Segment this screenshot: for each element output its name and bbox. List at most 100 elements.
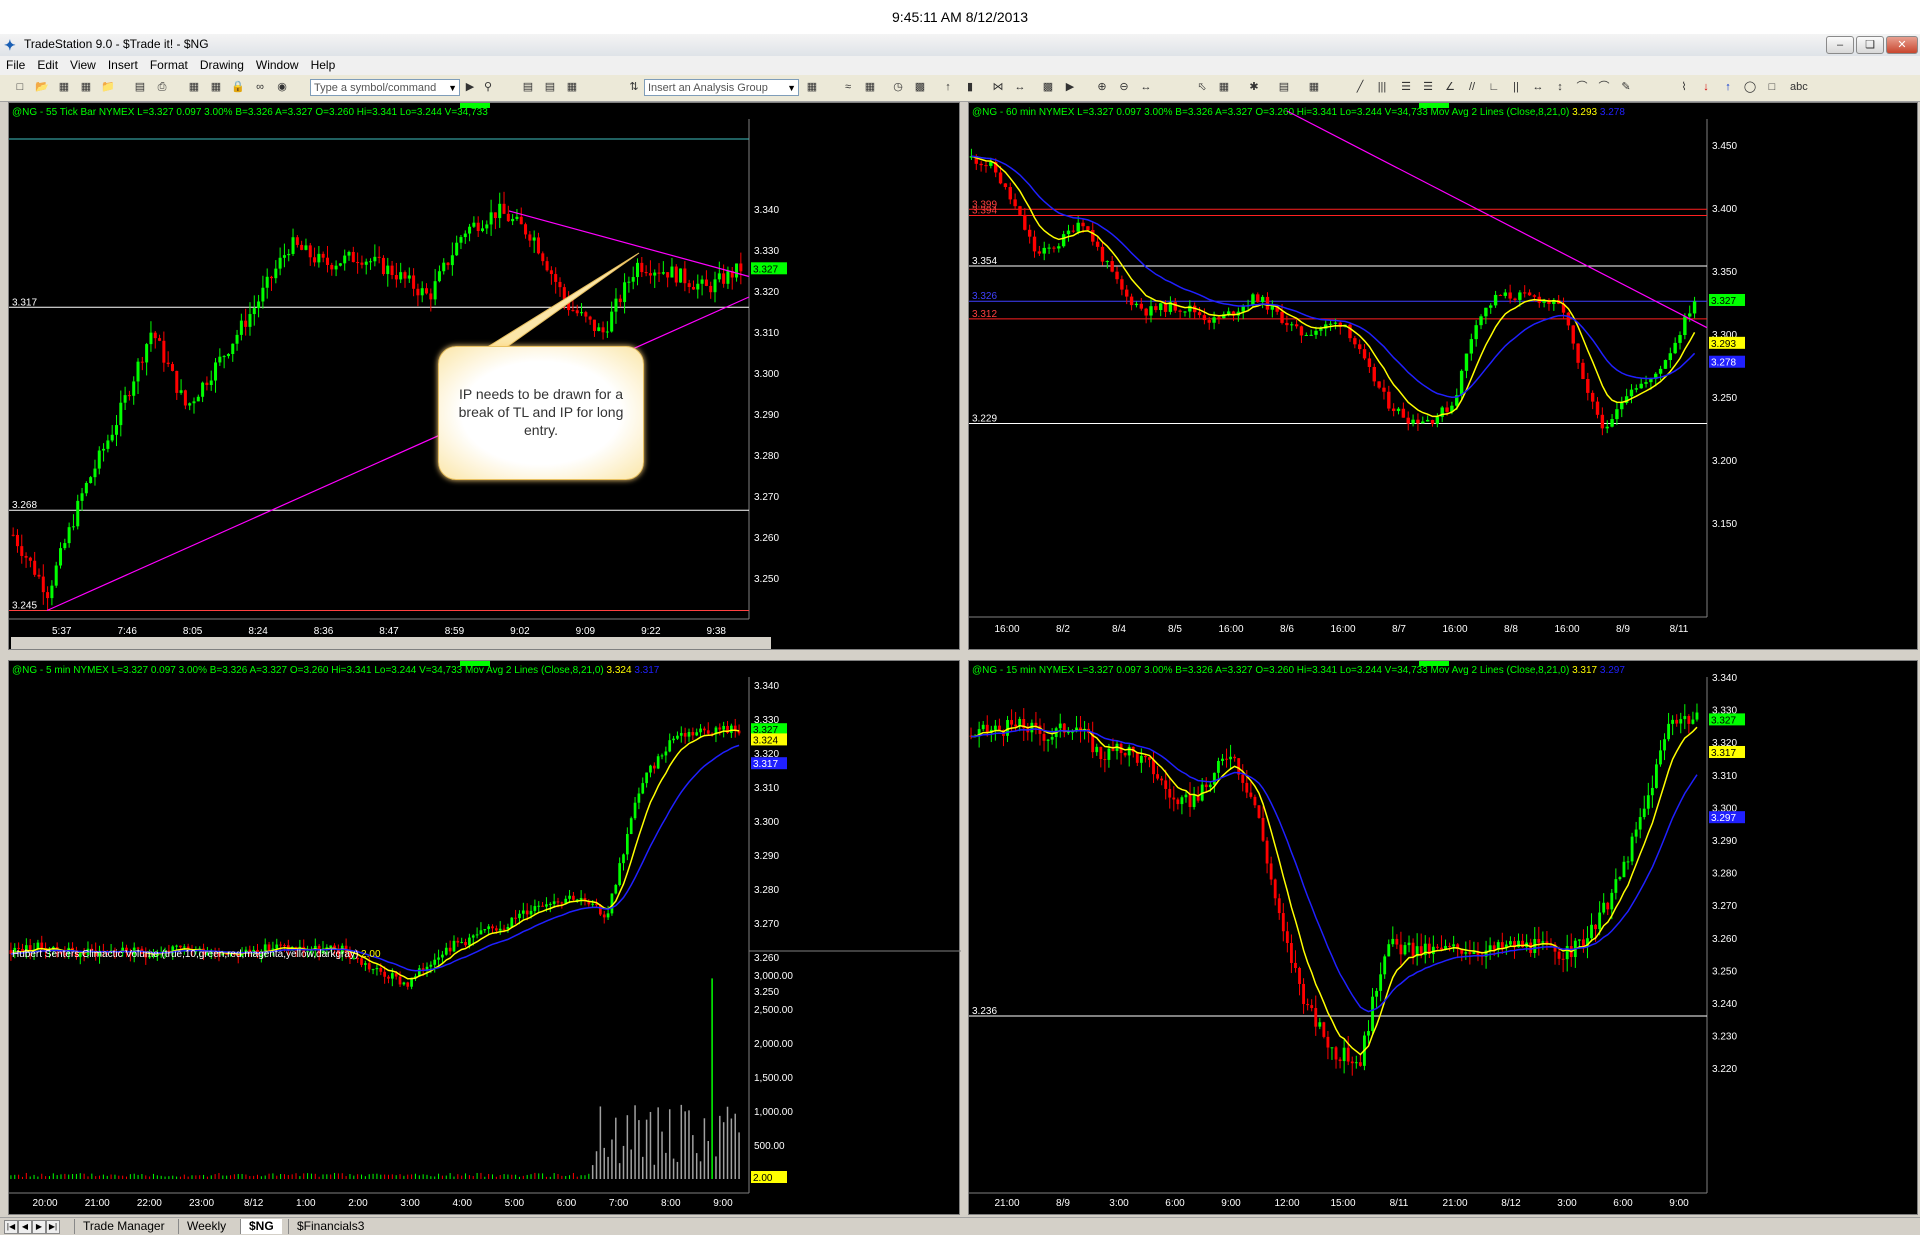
next-tab-icon[interactable]: ▶ bbox=[32, 1220, 46, 1234]
horizontal-arrow-icon[interactable]: ↔ bbox=[1530, 80, 1546, 95]
price-bar bbox=[1671, 719, 1675, 724]
price-axis-label: 3.230 bbox=[1712, 1032, 1737, 1043]
chart-window-15min[interactable]: @NG - 15 min NYMEX L=3.327 0.097 3.00% B… bbox=[968, 660, 1918, 1215]
print-icon[interactable]: ⎙ bbox=[154, 80, 170, 95]
chart-window-60min[interactable]: @NG - 60 min NYMEX L=3.327 0.097 3.00% B… bbox=[968, 102, 1918, 650]
menu-file[interactable]: File bbox=[0, 56, 31, 75]
level-label: 3.245 bbox=[12, 601, 37, 612]
fibonacci-icon[interactable]: ||| bbox=[1374, 80, 1390, 95]
analysis-group-input[interactable]: Insert an Analysis Group ▼ bbox=[644, 79, 799, 96]
up-arrow-icon[interactable]: ↑ bbox=[1720, 80, 1736, 95]
save-all-icon[interactable]: ▦ bbox=[78, 80, 94, 95]
last-tab-icon[interactable]: ▶| bbox=[46, 1220, 60, 1234]
price-bar bbox=[998, 172, 1003, 184]
chart-15min-svg[interactable]: @NG - 15 min NYMEX L=3.327 0.097 3.00% B… bbox=[969, 661, 1919, 1216]
strategy-icon[interactable]: ▦ bbox=[862, 80, 878, 95]
tab-weekly[interactable]: Weekly bbox=[178, 1219, 234, 1234]
menu-edit[interactable]: Edit bbox=[31, 56, 64, 75]
trendline-icon[interactable]: ╱ bbox=[1352, 80, 1368, 95]
play-icon[interactable]: ▶ bbox=[1062, 80, 1078, 95]
window-tile-icon[interactable]: ▦ bbox=[208, 80, 224, 95]
binoculars-icon[interactable]: ⚲ bbox=[480, 80, 496, 95]
rectangle-icon[interactable]: □ bbox=[1764, 80, 1780, 95]
tab-financials3[interactable]: $Financials3 bbox=[288, 1219, 372, 1234]
menu-window[interactable]: Window bbox=[250, 56, 305, 75]
zoom-range-icon[interactable]: ↔ bbox=[1012, 80, 1028, 95]
minimize-button[interactable]: – bbox=[1826, 36, 1854, 54]
menu-help[interactable]: Help bbox=[305, 56, 342, 75]
pencil-icon[interactable]: ✎ bbox=[1618, 80, 1634, 95]
paintbar-icon[interactable]: ▩ bbox=[912, 80, 928, 95]
zoom-in-icon[interactable]: ⊕ bbox=[1094, 80, 1110, 95]
pointer-icon[interactable]: ⬁ bbox=[1194, 80, 1210, 95]
price-bar bbox=[1164, 780, 1168, 789]
showme-icon[interactable]: ↑ bbox=[940, 80, 956, 95]
window-cascade-icon[interactable]: ▦ bbox=[186, 80, 202, 95]
color-palette-icon[interactable]: ◉ bbox=[274, 80, 290, 95]
alarm-clock-icon[interactable]: ◷ bbox=[890, 80, 906, 95]
pan-icon[interactable]: ↔ bbox=[1138, 80, 1154, 95]
play-icon[interactable]: ▶ bbox=[462, 80, 478, 95]
price-bar bbox=[1354, 1062, 1358, 1064]
analysis-settings-icon[interactable]: ▦ bbox=[804, 80, 820, 95]
title-bar[interactable]: ✦ TradeStation 9.0 - $Trade it! - $NG – … bbox=[0, 34, 1920, 57]
time-lines-icon[interactable]: || bbox=[1508, 80, 1524, 95]
symbol-command-input[interactable]: Type a symbol/command ▼ bbox=[310, 79, 460, 96]
chart-window-icon[interactable]: ▤ bbox=[520, 80, 536, 95]
andrews-pitchfork-icon[interactable]: ∟ bbox=[1486, 80, 1502, 95]
first-tab-icon[interactable]: |◀ bbox=[4, 1220, 18, 1234]
crosshair-icon[interactable]: ⋈ bbox=[990, 80, 1006, 95]
text-icon[interactable]: abc bbox=[1790, 80, 1808, 95]
data-window-icon[interactable]: ▤ bbox=[1276, 80, 1292, 95]
zoom-out-icon[interactable]: ⊖ bbox=[1116, 80, 1132, 95]
price-bar bbox=[239, 320, 243, 335]
gann-fan-icon[interactable]: ∠ bbox=[1442, 80, 1458, 95]
speed-lines-icon[interactable]: ☰ bbox=[1420, 80, 1436, 95]
chart-5min-svg[interactable]: @NG - 5 min NYMEX L=3.327 0.097 3.00% B=… bbox=[9, 661, 961, 1216]
menu-insert[interactable]: Insert bbox=[102, 56, 144, 75]
indicator-icon[interactable]: ≈ bbox=[840, 80, 856, 95]
price-bar bbox=[300, 244, 304, 250]
price-bar bbox=[541, 253, 545, 262]
tab-ng[interactable]: $NG bbox=[240, 1219, 282, 1234]
lock-icon[interactable]: 🔒 bbox=[230, 80, 246, 95]
curve-icon[interactable]: ⌇ bbox=[1676, 80, 1692, 95]
menu-view[interactable]: View bbox=[64, 56, 102, 75]
chevron-down-icon[interactable]: ▼ bbox=[448, 80, 457, 97]
vertical-arrow-icon[interactable]: ↕ bbox=[1552, 80, 1568, 95]
select-object-icon[interactable]: ▦ bbox=[1216, 80, 1232, 95]
prev-tab-icon[interactable]: ◀ bbox=[18, 1220, 32, 1234]
menu-drawing[interactable]: Drawing bbox=[194, 56, 250, 75]
new-icon[interactable]: □ bbox=[12, 80, 28, 95]
chart-60min-svg[interactable]: @NG - 60 min NYMEX L=3.327 0.097 3.00% B… bbox=[969, 103, 1919, 651]
price-bar bbox=[1285, 322, 1289, 326]
down-arrow-icon[interactable]: ↓ bbox=[1698, 80, 1714, 95]
price-bar bbox=[1202, 315, 1207, 321]
tab-trade-manager[interactable]: Trade Manager bbox=[74, 1219, 173, 1234]
open-icon[interactable]: 📂 bbox=[34, 80, 50, 95]
bars-icon[interactable]: ▮ bbox=[962, 80, 978, 95]
analysis-icon[interactable]: ⇅ bbox=[626, 80, 642, 95]
price-bar bbox=[274, 268, 278, 279]
parallel-lines-icon[interactable]: // bbox=[1464, 80, 1480, 95]
price-axis-label: 3.260 bbox=[754, 953, 779, 964]
radar-window-icon[interactable]: ▤ bbox=[542, 80, 558, 95]
link-icon[interactable]: ∞ bbox=[252, 80, 268, 95]
menu-format[interactable]: Format bbox=[144, 56, 194, 75]
chevron-down-icon[interactable]: ▼ bbox=[787, 80, 796, 97]
chart-window-5min[interactable]: @NG - 5 min NYMEX L=3.327 0.097 3.00% B=… bbox=[8, 660, 961, 1216]
annotation-callout[interactable]: IP needs to be drawn for a break of TL a… bbox=[438, 346, 644, 480]
matrix-window-icon[interactable]: ▦ bbox=[564, 80, 580, 95]
fib-arcs-icon[interactable]: ⌒ bbox=[1596, 80, 1612, 95]
tools-icon[interactable]: ✱ bbox=[1246, 80, 1262, 95]
horizontal-lines-icon[interactable]: ☰ bbox=[1398, 80, 1414, 95]
lock-drawing-icon[interactable]: ▦ bbox=[1306, 80, 1322, 95]
restore-button[interactable]: ❏ bbox=[1856, 36, 1884, 54]
format-window-icon[interactable]: ▩ bbox=[1040, 80, 1056, 95]
print-preview-icon[interactable]: ▤ bbox=[132, 80, 148, 95]
arc-icon[interactable]: ⌒ bbox=[1574, 80, 1590, 95]
save-icon[interactable]: ▦ bbox=[56, 80, 72, 95]
close-button[interactable]: ✕ bbox=[1886, 36, 1918, 54]
ellipse-icon[interactable]: ◯ bbox=[1742, 80, 1758, 95]
folder-icon[interactable]: 📁 bbox=[100, 80, 116, 95]
